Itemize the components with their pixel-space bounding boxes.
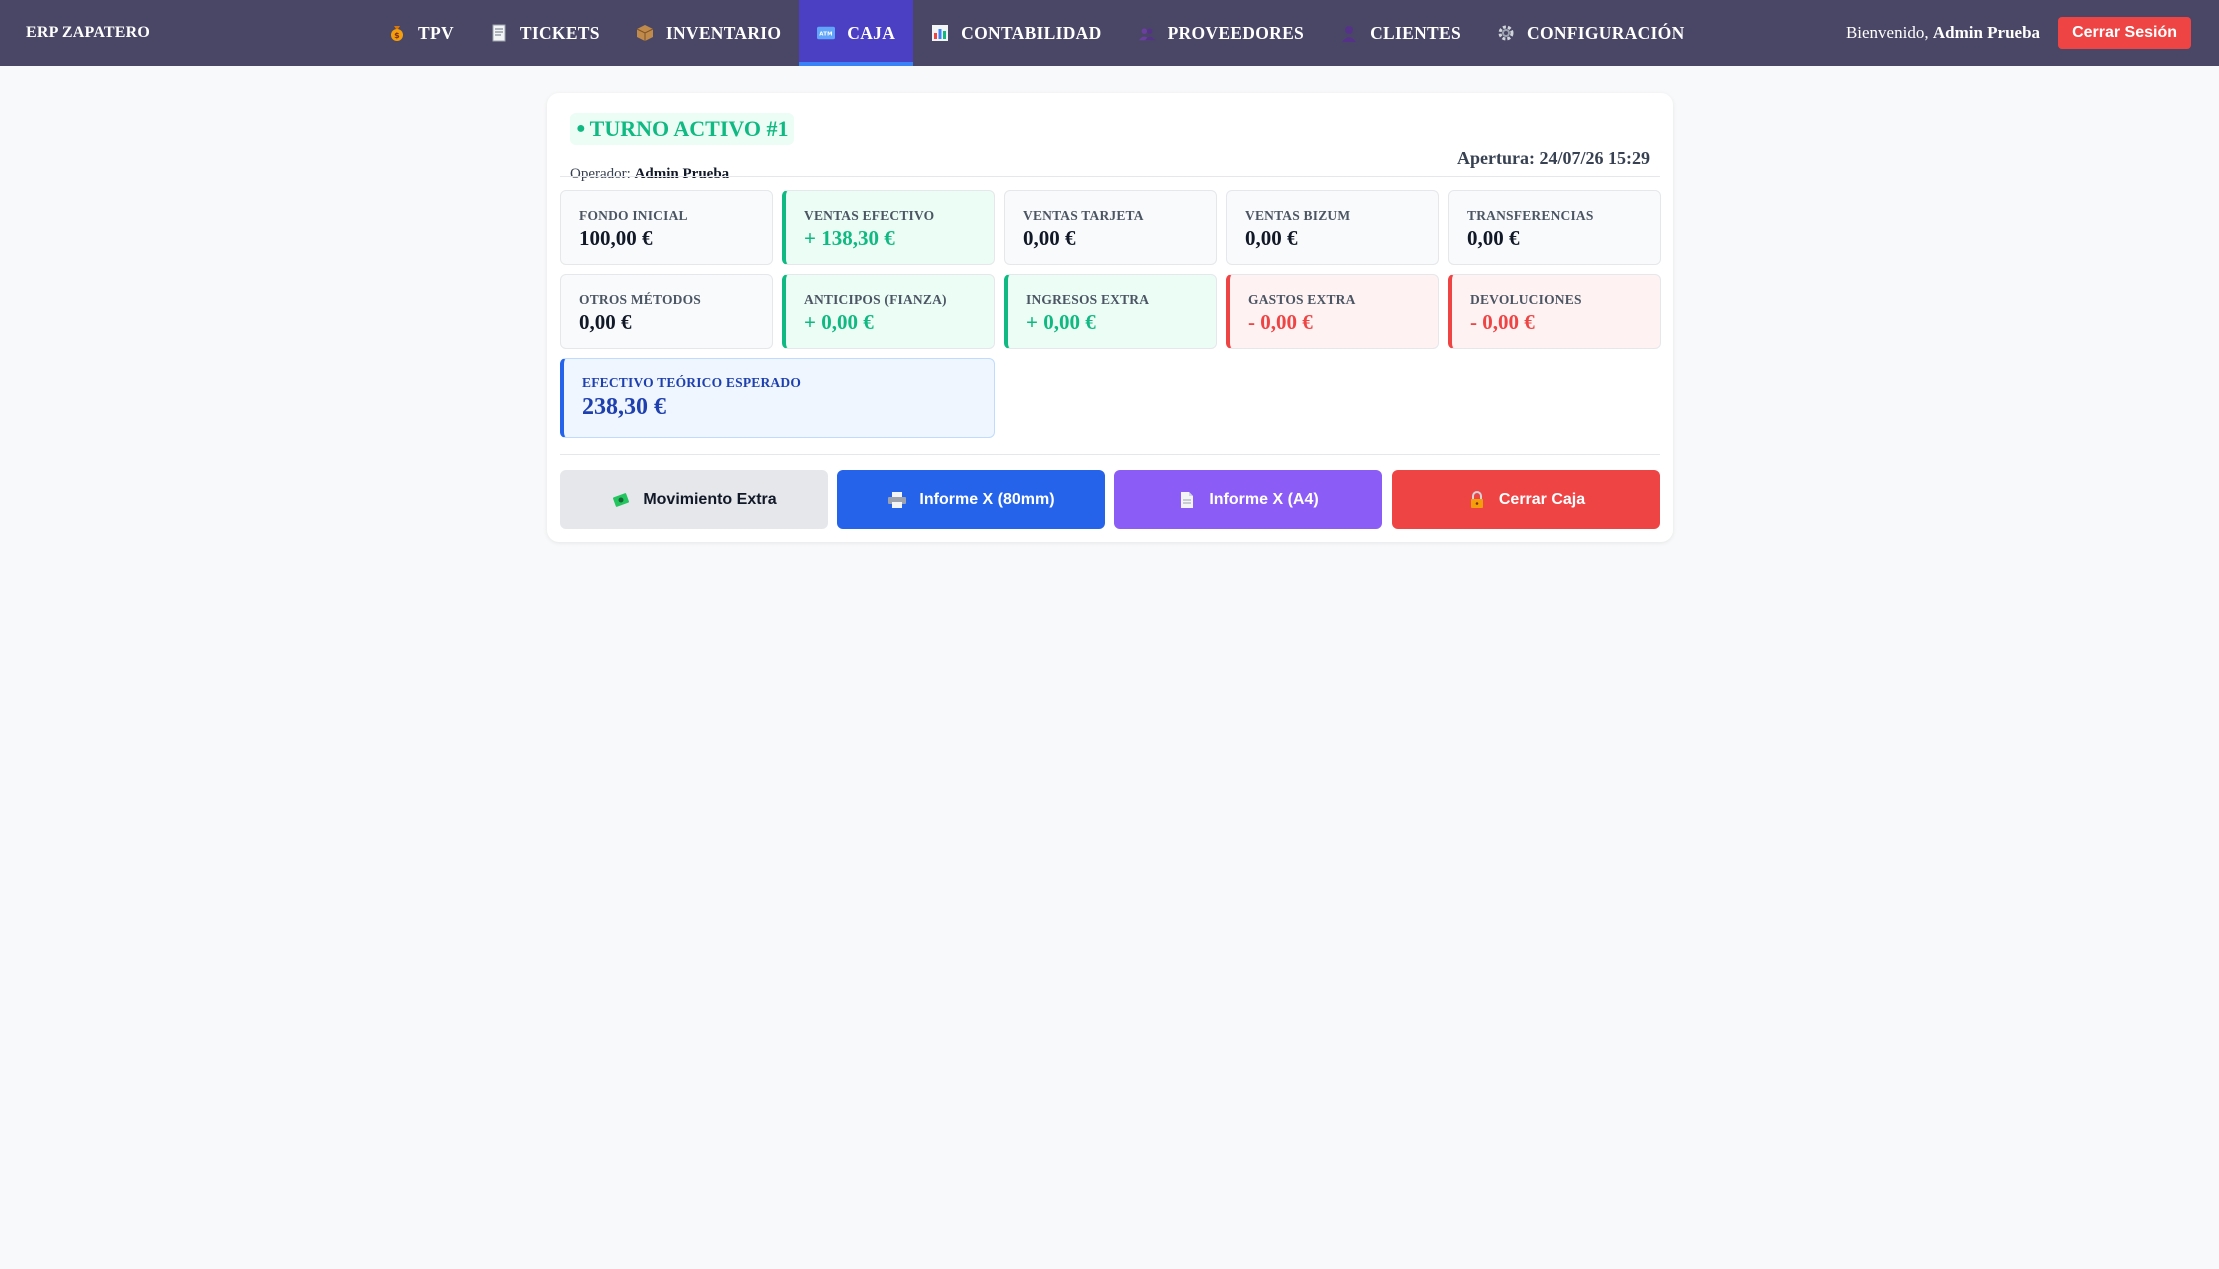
nav-item-caja[interactable]: ATM CAJA [799,0,914,66]
main-nav: $ TPV TICKETS INVENTARIO ATM CAJA CONTAB… [370,0,1703,66]
report-x-80mm-button[interactable]: Informe X (80mm) [837,470,1105,529]
package-icon [636,24,654,42]
shift-header: ● TURNO ACTIVO #1 Operador: Admin Prueba… [570,113,1650,182]
extra-movement-button[interactable]: Movimiento Extra [560,470,828,529]
nav-label: TPV [418,22,454,43]
stat-gastos-extra: GASTOS EXTRA - 0,00 € [1226,274,1439,349]
cash-register-card: ● TURNO ACTIVO #1 Operador: Admin Prueba… [547,93,1673,542]
bar-chart-icon [931,24,949,42]
nav-item-contabilidad[interactable]: CONTABILIDAD [913,0,1119,66]
svg-text:$: $ [394,31,400,40]
nav-item-tickets[interactable]: TICKETS [472,0,618,66]
actions-divider [560,454,1660,455]
stat-fondo-inicial: FONDO INICIAL 100,00 € [560,190,773,265]
stat-ventas-bizum: VENTAS BIZUM 0,00 € [1226,190,1439,265]
user-name: Admin Prueba [1932,23,2041,42]
nav-label: CLIENTES [1370,22,1461,43]
opening-time: Apertura: 24/07/26 15:29 [1457,148,1650,168]
receipt-icon [490,24,508,42]
svg-text:ATM: ATM [820,32,834,38]
close-register-button[interactable]: Cerrar Caja [1392,470,1660,529]
brand-logo[interactable]: ERP ZAPATERO [26,0,150,66]
printer-icon [887,490,907,510]
shift-status-badge: ● TURNO ACTIVO #1 [570,113,795,145]
stat-anticipos: ANTICIPOS (FIANZA) + 0,00 € [782,274,995,349]
welcome-text: Bienvenido, Admin Prueba [1845,23,2041,42]
nav-label: CONFIGURACIÓN [1527,22,1685,43]
nav-item-clientes[interactable]: CLIENTES [1322,0,1479,66]
stat-efectivo-esperado: EFECTIVO TEÓRICO ESPERADO 238,30 € [560,358,995,438]
document-icon [1177,490,1197,510]
nav-item-configuracion[interactable]: CONFIGURACIÓN [1479,0,1703,66]
gear-icon [1497,24,1515,42]
top-navbar: ERP ZAPATERO $ TPV TICKETS INVENTARIO AT… [0,0,2219,66]
logout-button[interactable]: Cerrar Sesión [2058,17,2191,49]
nav-label: TICKETS [519,22,600,43]
user-area: Bienvenido, Admin Prueba Cerrar Sesión [1846,0,2191,66]
stat-devoluciones: DEVOLUCIONES - 0,00 € [1448,274,1661,349]
shift-title: TURNO ACTIVO #1 [589,116,789,141]
nav-label: CAJA [847,22,896,43]
stat-otros-metodos: OTROS MÉTODOS 0,00 € [560,274,773,349]
stat-ingresos-extra: INGRESOS EXTRA + 0,00 € [1004,274,1217,349]
money-with-wings-icon [611,490,631,510]
nav-item-proveedores[interactable]: PROVEEDORES [1120,0,1323,66]
person-icon [1340,24,1358,42]
nav-label: PROVEEDORES [1167,22,1305,43]
action-bar: Movimiento Extra Informe X (80mm) Inform… [560,470,1660,529]
stat-transferencias: TRANSFERENCIAS 0,00 € [1448,190,1661,265]
atm-icon: ATM [817,24,836,42]
nav-item-tpv[interactable]: $ TPV [370,0,472,66]
nav-item-inventario[interactable]: INVENTARIO [618,0,799,66]
stat-ventas-tarjeta: VENTAS TARJETA 0,00 € [1004,190,1217,265]
lock-icon [1467,490,1487,510]
operator-name: Admin Prueba [634,166,730,182]
nav-label: CONTABILIDAD [961,22,1102,43]
money-bag-icon: $ [388,24,406,42]
active-dot-icon: ● [576,120,586,137]
operator-line: Operador: Admin Prueba [570,166,730,182]
people-icon [1138,24,1156,42]
stat-ventas-efectivo: VENTAS EFECTIVO + 138,30 € [782,190,995,265]
nav-label: INVENTARIO [665,22,782,43]
report-x-a4-button[interactable]: Informe X (A4) [1114,470,1382,529]
header-divider [560,176,1660,177]
